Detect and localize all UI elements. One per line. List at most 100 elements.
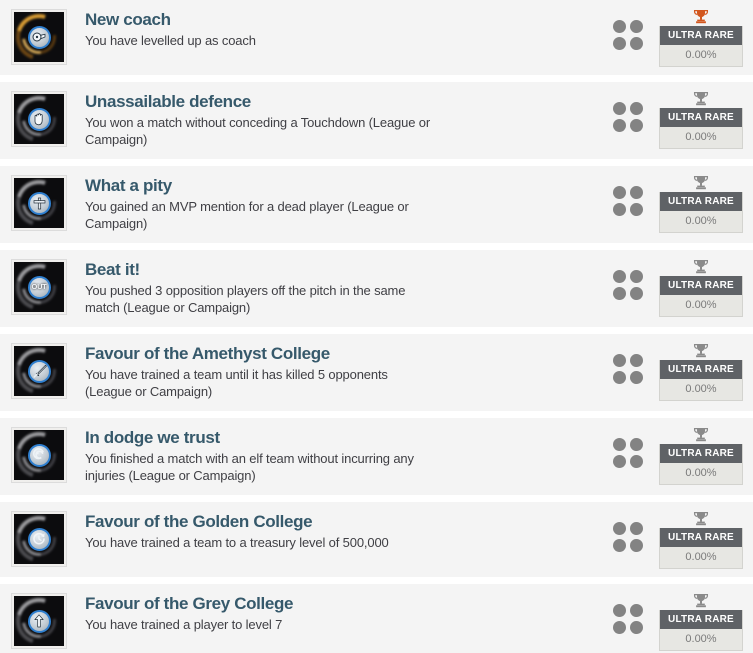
dot: [613, 522, 626, 535]
rarity-percent: 0.00%: [685, 49, 717, 61]
achievement-row[interactable]: Favour of the Grey College You have train…: [0, 584, 753, 653]
achievement-description: You gained an MVP mention for a dead pla…: [85, 199, 409, 231]
achievement-description: You pushed 3 opposition players off the …: [85, 283, 406, 315]
trophy-bronze-icon: [693, 9, 709, 24]
rarity-badge: ULTRA RARE 0.00%: [659, 259, 743, 317]
dot: [613, 203, 626, 216]
achievement-text: In dodge we trust You finished a match wi…: [67, 426, 522, 484]
four-dot-grid-icon[interactable]: [613, 186, 643, 216]
achievement-title[interactable]: Unassailable defence: [85, 91, 522, 112]
dot: [630, 287, 643, 300]
dot: [630, 455, 643, 468]
achievement-title[interactable]: Favour of the Amethyst College: [85, 343, 522, 364]
rarity-badge: ULTRA RARE 0.00%: [659, 9, 743, 67]
dot: [613, 186, 626, 199]
achievement-text: New coach You have levelled up as coach: [67, 8, 522, 49]
four-dot-grid-icon[interactable]: [613, 522, 643, 552]
four-dot-grid-icon[interactable]: [613, 354, 643, 384]
rarity-percent: 0.00%: [685, 551, 717, 563]
rarity-badge: ULTRA RARE 0.00%: [659, 175, 743, 233]
achievement-title[interactable]: What a pity: [85, 175, 522, 196]
achievement-title[interactable]: Beat it!: [85, 259, 522, 280]
achievement-text: Favour of the Amethyst College You have t…: [67, 342, 522, 400]
rarity-percent: 0.00%: [685, 299, 717, 311]
dot: [613, 455, 626, 468]
achievement-description: You finished a match with an elf team wi…: [85, 451, 414, 483]
achievement-meta: ULTRA RARE 0.00%: [613, 426, 743, 485]
dot: [630, 102, 643, 115]
achievement-row[interactable]: What a pity You gained an MVP mention for…: [0, 166, 753, 243]
achievement-meta: ULTRA RARE 0.00%: [613, 342, 743, 401]
dot: [613, 621, 626, 634]
achievement-title[interactable]: In dodge we trust: [85, 427, 522, 448]
dot: [630, 621, 643, 634]
dot: [613, 37, 626, 50]
dot: [613, 287, 626, 300]
achievement-row[interactable]: In dodge we trust You finished a match wi…: [0, 418, 753, 495]
four-dot-grid-icon[interactable]: [613, 270, 643, 300]
achievement-text: Favour of the Grey College You have train…: [67, 592, 522, 633]
dot: [630, 354, 643, 367]
rarity-label: ULTRA RARE: [660, 276, 742, 295]
rarity-label: ULTRA RARE: [660, 444, 742, 463]
pity-swirl-icon[interactable]: [11, 175, 67, 231]
achievement-meta: ULTRA RARE 0.00%: [613, 510, 743, 569]
achievement-text: Favour of the Golden College You have tra…: [67, 510, 522, 551]
dot: [630, 539, 643, 552]
trophy-grey-icon: [693, 91, 709, 106]
dodge-swirl-icon[interactable]: [11, 427, 67, 483]
dot: [613, 270, 626, 283]
achievement-text: Beat it! You pushed 3 opposition players …: [67, 258, 522, 316]
trophy-grey-icon: [693, 511, 709, 526]
dot: [630, 20, 643, 33]
dot: [613, 371, 626, 384]
dot: [630, 522, 643, 535]
achievement-emblem-spiral-icon: [27, 443, 51, 467]
defence-swirl-icon[interactable]: [11, 91, 67, 147]
trophy-grey-icon: [693, 175, 709, 190]
dot: [630, 37, 643, 50]
achievement-row[interactable]: OUT Beat it! You pushed 3 opposition playe…: [0, 250, 753, 327]
achievement-row[interactable]: Favour of the Golden College You have tra…: [0, 502, 753, 577]
grey-swirl-icon[interactable]: [11, 593, 67, 649]
amethyst-swirl-icon[interactable]: [11, 343, 67, 399]
rarity-badge: ULTRA RARE 0.00%: [659, 593, 743, 651]
dot: [613, 539, 626, 552]
achievement-title[interactable]: Favour of the Golden College: [85, 511, 522, 532]
four-dot-grid-icon[interactable]: [613, 604, 643, 634]
four-dot-grid-icon[interactable]: [613, 20, 643, 50]
dot: [630, 270, 643, 283]
achievement-description: You have trained a team until it has kil…: [85, 367, 388, 399]
achievements-page: New coach You have levelled up as coach UL…: [0, 0, 753, 653]
achievements-list: New coach You have levelled up as coach UL…: [0, 0, 753, 653]
beat-it-swirl-icon[interactable]: OUT: [11, 259, 67, 315]
achievement-emblem-text-icon: OUT: [27, 275, 51, 299]
rarity-badge: ULTRA RARE 0.00%: [659, 511, 743, 569]
coach-swirl-icon[interactable]: [11, 9, 67, 65]
achievement-row[interactable]: Unassailable defence You won a match with…: [0, 82, 753, 159]
achievement-meta: ULTRA RARE 0.00%: [613, 8, 743, 67]
achievement-emblem-grave-icon: [27, 191, 51, 215]
rarity-label: ULTRA RARE: [660, 26, 742, 45]
dot: [630, 438, 643, 451]
dot: [630, 371, 643, 384]
dot: [613, 438, 626, 451]
four-dot-grid-icon[interactable]: [613, 438, 643, 468]
achievement-title[interactable]: New coach: [85, 9, 522, 30]
four-dot-grid-icon[interactable]: [613, 102, 643, 132]
trophy-grey-icon: [693, 427, 709, 442]
rarity-badge: ULTRA RARE 0.00%: [659, 427, 743, 485]
golden-swirl-icon[interactable]: [11, 511, 67, 567]
trophy-grey-icon: [693, 343, 709, 358]
achievement-title[interactable]: Favour of the Grey College: [85, 593, 522, 614]
achievement-row[interactable]: New coach You have levelled up as coach UL…: [0, 0, 753, 75]
trophy-grey-icon: [693, 593, 709, 608]
dot: [613, 20, 626, 33]
rarity-percent: 0.00%: [685, 633, 717, 645]
achievement-row[interactable]: Favour of the Amethyst College You have t…: [0, 334, 753, 411]
dot: [613, 102, 626, 115]
rarity-percent: 0.00%: [685, 467, 717, 479]
dot: [630, 119, 643, 132]
rarity-percent: 0.00%: [685, 215, 717, 227]
achievement-emblem-clock-icon: [27, 527, 51, 551]
